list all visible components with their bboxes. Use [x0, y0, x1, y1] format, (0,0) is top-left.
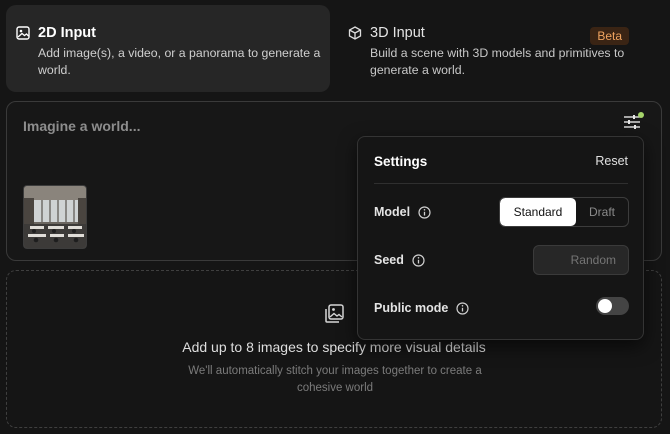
- settings-indicator-dot: [638, 112, 644, 118]
- tab-2d-title: 2D Input: [38, 25, 96, 41]
- dropzone-subtitle: We'll automatically stitch your images t…: [188, 365, 482, 394]
- model-selector[interactable]: Standard Draft: [499, 197, 629, 227]
- tab-2d-description: Add image(s), a video, or a panorama to …: [38, 46, 321, 77]
- tab-3d-title: 3D Input: [370, 25, 425, 41]
- add-images-icon: [325, 304, 344, 323]
- seed-row-label: Seed: [374, 253, 425, 267]
- public-mode-label: Public mode: [374, 301, 449, 315]
- model-option-standard[interactable]: Standard: [500, 198, 576, 226]
- prompt-placeholder: Imagine a world...: [23, 118, 141, 134]
- toggle-knob: [598, 299, 612, 313]
- tab-2d-input[interactable]: 2D Input Add image(s), a video, or a pan…: [6, 5, 330, 92]
- settings-panel: Settings Reset Model Standard Draft Seed…: [357, 136, 644, 340]
- seed-input[interactable]: [533, 245, 629, 275]
- uploaded-image-thumbnail[interactable]: [23, 185, 87, 249]
- info-icon[interactable]: [456, 301, 469, 315]
- image-icon: [16, 26, 30, 40]
- model-option-draft[interactable]: Draft: [576, 198, 628, 226]
- cube-icon: [348, 26, 362, 40]
- divider: [374, 183, 628, 184]
- settings-title: Settings: [374, 154, 428, 169]
- info-icon[interactable]: [418, 205, 431, 219]
- seed-label: Seed: [374, 253, 404, 267]
- model-label: Model: [374, 205, 411, 219]
- public-mode-row-label: Public mode: [374, 301, 469, 315]
- model-row-label: Model: [374, 205, 431, 219]
- tab-3d-input[interactable]: 3D Input Beta Build a scene with 3D mode…: [339, 5, 639, 92]
- info-icon[interactable]: [412, 253, 425, 267]
- settings-button[interactable]: [622, 112, 644, 131]
- public-mode-toggle[interactable]: [596, 297, 629, 315]
- reset-button[interactable]: Reset: [595, 154, 628, 168]
- office-interior-photo: [24, 186, 86, 248]
- tab-3d-description: Build a scene with 3D models and primiti…: [370, 46, 625, 77]
- beta-badge: Beta: [590, 27, 629, 45]
- dropzone-title: Add up to 8 images to specify more visua…: [182, 339, 486, 355]
